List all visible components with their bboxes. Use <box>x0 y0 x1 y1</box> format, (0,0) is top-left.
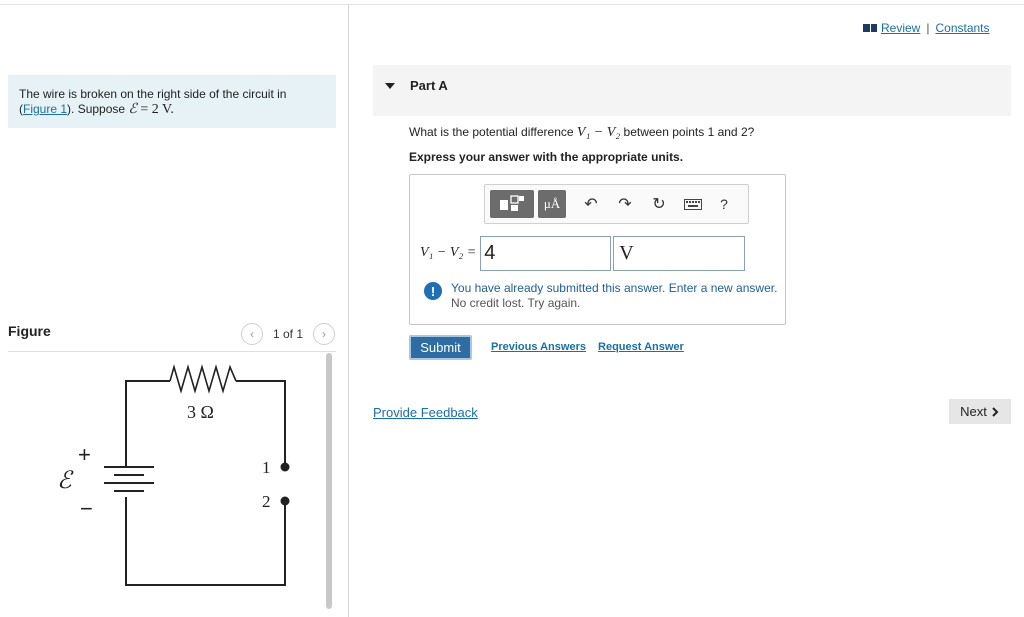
answer-box: μÅ ↶ ↷ ↻ ? V₁ − V₂ = 4 V ! You have alre… <box>409 174 786 325</box>
equation-row: V₁ − V₂ = 4 V <box>420 235 746 271</box>
figure-divider <box>8 351 336 352</box>
keyboard-icon[interactable] <box>676 190 710 218</box>
part-header[interactable]: Part A <box>373 65 1011 116</box>
previous-answers-link[interactable]: Previous Answers <box>491 341 586 353</box>
next-label: Next <box>960 404 987 419</box>
point-2-label: 2 <box>262 492 271 511</box>
emf-label: ℰ <box>57 468 74 494</box>
figure-heading: Figure <box>8 323 51 339</box>
alert-icon: ! <box>424 282 442 300</box>
next-button[interactable]: Next <box>949 399 1011 424</box>
emf-value: = 2 V. <box>136 102 174 117</box>
panel-divider <box>348 5 349 617</box>
wire-top-right <box>236 380 286 463</box>
answer-units-input[interactable]: V <box>613 235 746 271</box>
redo-icon[interactable]: ↷ <box>608 190 642 218</box>
submit-button[interactable]: Submit <box>409 335 472 360</box>
terminal-2 <box>280 496 290 506</box>
review-link[interactable]: Review <box>881 21 920 35</box>
chevron-left-icon[interactable]: ‹ <box>241 323 263 345</box>
top-links: Review | Constants <box>863 21 990 35</box>
chevron-right-icon <box>992 406 999 417</box>
answer-links: Previous Answers Request Answer <box>491 341 693 353</box>
template-icon[interactable] <box>490 190 534 218</box>
figure-scrollbar[interactable] <box>326 353 332 609</box>
constants-link[interactable]: Constants <box>935 21 989 35</box>
answer-value-input[interactable]: 4 <box>480 235 612 271</box>
feedback-message: ! You have already submitted this answer… <box>424 281 777 311</box>
question-before: What is the potential difference <box>409 125 577 139</box>
caret-down-icon[interactable] <box>385 82 395 89</box>
terminal-1 <box>280 462 290 472</box>
help-button[interactable]: ? <box>710 190 738 218</box>
emf-symbol: ℰ <box>128 102 137 117</box>
figure-pager: ‹ 1 of 1 › <box>241 323 336 345</box>
problem-text-2: ). Suppose <box>67 102 129 116</box>
minus-sign: − <box>80 496 93 521</box>
question-after: between points 1 and 2? <box>620 125 755 139</box>
answer-instruction: Express your answer with the appropriate… <box>409 150 684 164</box>
units-button[interactable]: μÅ <box>538 190 566 218</box>
figure-link[interactable]: Figure 1 <box>23 102 67 116</box>
link-separator: | <box>926 21 930 35</box>
provide-feedback-link[interactable]: Provide Feedback <box>373 405 478 420</box>
resistor <box>169 364 237 394</box>
reset-icon[interactable]: ↻ <box>642 190 676 218</box>
feedback-line-1: You have already submitted this answer. … <box>451 281 778 295</box>
feedback-line-2: No credit lost. Try again. <box>451 296 581 310</box>
question-text: What is the potential difference V₁ − V₂… <box>409 125 754 141</box>
question-math: V₁ − V₂ <box>576 125 621 140</box>
circuit-diagram: 3 Ω ℰ + − 1 2 <box>57 364 290 586</box>
undo-icon[interactable]: ↶ <box>574 190 608 218</box>
wire-top-left <box>125 380 170 385</box>
chevron-right-icon[interactable]: › <box>313 323 336 345</box>
point-1-label: 1 <box>262 458 271 477</box>
book-icon <box>863 24 877 32</box>
resistor-label: 3 Ω <box>187 402 214 422</box>
top-border <box>0 4 1024 5</box>
plus-sign: + <box>78 442 91 467</box>
request-answer-link[interactable]: Request Answer <box>598 341 684 353</box>
math-toolbar: μÅ ↶ ↷ ↻ ? <box>484 184 749 224</box>
problem-statement: The wire is broken on the right side of … <box>8 75 336 128</box>
equation-label: V₁ − V₂ = <box>420 245 477 260</box>
part-title: Part A <box>410 78 448 93</box>
pager-text: 1 of 1 <box>273 327 304 341</box>
